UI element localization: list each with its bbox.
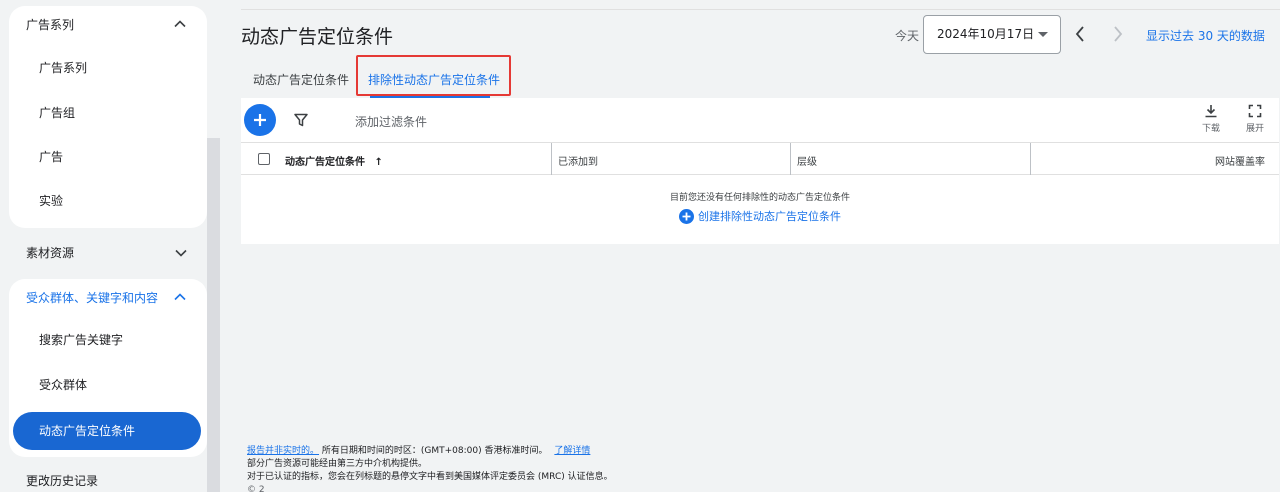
top-divider [241, 9, 1280, 10]
page-title: 动态广告定位条件 [241, 26, 394, 48]
not-realtime-link[interactable]: 报告并非实时的。 [247, 446, 319, 456]
chevron-up-icon [173, 290, 187, 304]
select-all-checkbox[interactable] [258, 153, 270, 165]
sidebar-item-search-keywords[interactable]: 搜索广告关键字 [39, 329, 123, 351]
sidebar: 广告系列 广告系列 广告组 广告 实验 素材资源 受众群体、关键字和内容 搜索广… [0, 0, 220, 492]
column-separator [551, 143, 552, 175]
footer-line-3: 对于已认证的指标，您会在列标题的悬停文字中看到美国媒体评定委员会 (MRC) 认… [247, 472, 613, 482]
sidebar-item-assets[interactable]: 素材资源 [26, 244, 196, 261]
sidebar-item-audiences[interactable]: 受众群体 [39, 374, 87, 396]
sidebar-item-change-history[interactable]: 更改历史记录 [26, 472, 196, 489]
column-separator [790, 143, 791, 175]
filter-icon[interactable] [293, 112, 309, 128]
sidebar-item-ad-groups[interactable]: 广告组 [39, 102, 75, 124]
download-icon [1205, 105, 1217, 118]
footer-line-4: © 2 [247, 485, 265, 492]
download-label: 下载 [1201, 124, 1220, 134]
campaigns-section-header[interactable]: 广告系列 [9, 6, 207, 42]
sidebar-item-dynamic-ad-targets[interactable]: 动态广告定位条件 [13, 412, 201, 450]
sidebar-item-experiments[interactable]: 实验 [39, 190, 63, 212]
sidebar-scrollbar[interactable] [207, 138, 220, 492]
show-last-30-days-link[interactable]: 显示过去 30 天的数据 [1146, 27, 1265, 44]
main-content: 动态广告定位条件 今天 2024年10月17日 显示过去 30 天的数据 动态广… [220, 0, 1280, 492]
date-range-select[interactable]: 2024年10月17日 [923, 15, 1061, 54]
column-header-added-to[interactable]: 已添加到 [558, 153, 598, 168]
create-negative-target-label: 创建排除性动态广告定位条件 [698, 210, 841, 223]
create-negative-target-link[interactable]: 创建排除性动态广告定位条件 [679, 208, 841, 224]
sort-arrow-up-icon: ↑ [374, 157, 383, 168]
add-circle-icon [679, 208, 694, 224]
column-header-level[interactable]: 层级 [797, 153, 817, 168]
empty-state-message: 目前您还没有任何排除性的动态广告定位条件 [669, 193, 850, 203]
campaigns-section: 广告系列 广告系列 广告组 广告 实验 [9, 6, 207, 228]
highlight-annotation-box [356, 55, 511, 96]
timezone-text: 所有日期和时间的时区：(GMT+08:00) 香港标准时间。 [321, 446, 548, 456]
footer-line-2: 部分广告资源可能经由第三方中介机构提供。 [247, 459, 428, 469]
chevron-up-icon [173, 17, 187, 31]
sidebar-item-ads[interactable]: 广告 [39, 146, 63, 168]
audience-section-header[interactable]: 受众群体、关键字和内容 [9, 279, 207, 315]
learn-more-link[interactable]: 了解详情 [554, 446, 590, 456]
audience-section-label: 受众群体、关键字和内容 [26, 290, 159, 305]
sidebar-item-assets-label: 素材资源 [26, 246, 75, 260]
chevron-down-icon [174, 246, 188, 260]
chevron-right-icon [1114, 26, 1123, 42]
campaigns-section-label: 广告系列 [26, 17, 75, 32]
add-filter-input[interactable]: 添加过滤条件 [355, 113, 427, 130]
column-header-site-coverage[interactable]: 网站覆盖率 [1215, 153, 1265, 168]
plus-icon [254, 114, 266, 126]
today-label: 今天 [895, 29, 920, 43]
expand-button[interactable]: 展开 [1240, 104, 1270, 134]
expand-label: 展开 [1245, 124, 1264, 134]
sidebar-item-campaigns[interactable]: 广告系列 [39, 57, 87, 79]
tab-dynamic-ad-targets[interactable]: 动态广告定位条件 [253, 71, 349, 88]
caret-down-icon [1038, 32, 1048, 37]
previous-period-button[interactable] [1072, 24, 1088, 44]
add-button[interactable] [244, 104, 276, 136]
footer-notes: 报告并非实时的。 所有日期和时间的时区：(GMT+08:00) 香港标准时间。 … [247, 445, 613, 492]
footer-line-1: 报告并非实时的。 所有日期和时间的时区：(GMT+08:00) 香港标准时间。 … [247, 445, 613, 458]
sidebar-item-change-history-label: 更改历史记录 [26, 474, 99, 488]
next-period-button[interactable] [1110, 24, 1126, 44]
column-separator [1030, 143, 1031, 175]
table-header: 动态广告定位条件 ↑ 已添加到 层级 网站覆盖率 [241, 143, 1279, 175]
table-panel: 添加过滤条件 下载 展开 动态广告定位条件 ↑ 已添加到 层级 网站覆盖率 目前… [241, 98, 1279, 244]
fullscreen-icon [1248, 104, 1262, 118]
column-header-dynamic-target[interactable]: 动态广告定位条件 ↑ [285, 153, 383, 168]
chevron-left-icon [1075, 26, 1084, 42]
download-button[interactable]: 下载 [1196, 104, 1226, 134]
column-header-dynamic-target-label: 动态广告定位条件 [285, 157, 365, 168]
date-value: 2024年10月17日 [937, 27, 1035, 41]
